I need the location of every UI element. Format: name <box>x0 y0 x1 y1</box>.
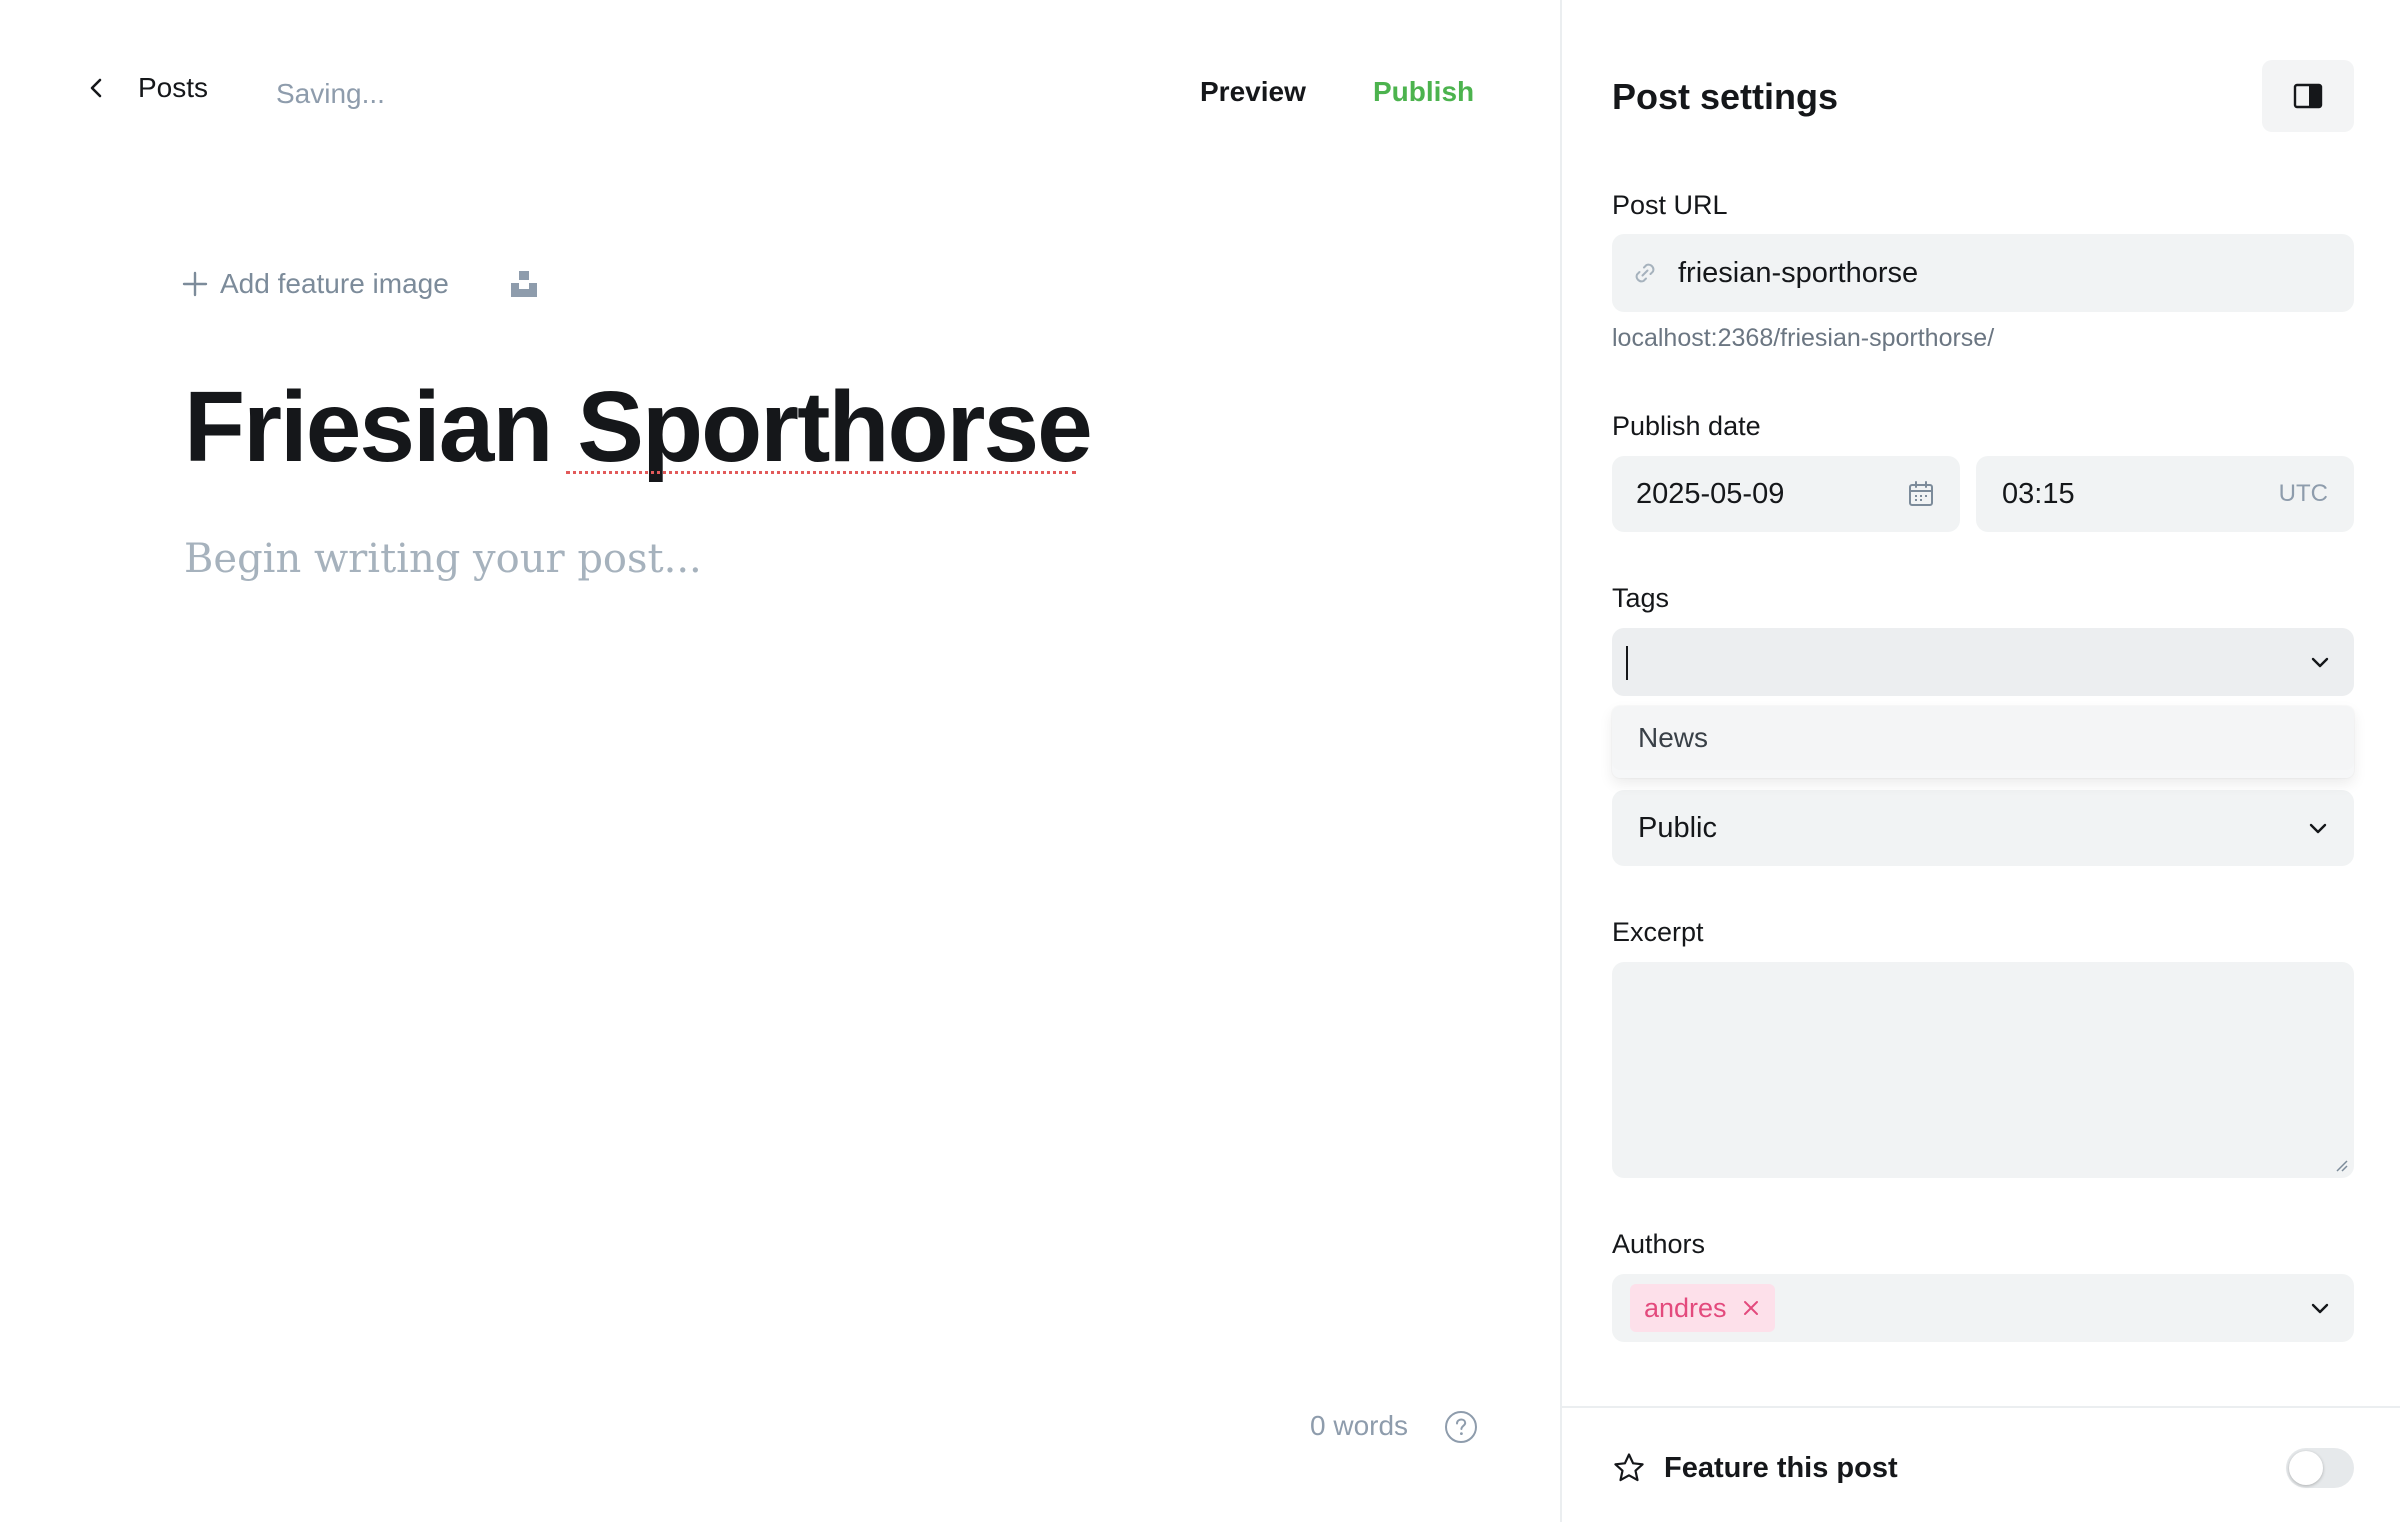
visibility-select[interactable]: Public <box>1612 790 2354 866</box>
post-url-label: Post URL <box>1612 190 1728 220</box>
timezone-label: UTC <box>2278 480 2328 507</box>
star-icon <box>1614 1453 1644 1482</box>
feature-post-row: Feature this post <box>1612 1446 2354 1490</box>
add-feature-image-button[interactable]: Add feature image <box>182 268 449 300</box>
post-body-editor[interactable]: Begin writing your post... <box>184 536 702 582</box>
tag-option-news[interactable]: News <box>1612 706 2354 770</box>
settings-title: Post settings <box>1612 76 1839 117</box>
link-icon <box>1635 263 1655 283</box>
post-url-preview[interactable]: localhost:2368/friesian-sporthorse/ <box>1612 324 1994 353</box>
toggle-knob <box>2289 1451 2323 1485</box>
authors-input[interactable]: andres <box>1612 1274 2354 1342</box>
text-cursor <box>1626 646 1628 680</box>
visibility-value: Public <box>1638 811 1717 844</box>
publish-time-input[interactable]: 03:15 UTC <box>1976 456 2354 532</box>
post-url-value: friesian-sporthorse <box>1678 256 1919 289</box>
close-icon[interactable] <box>1741 1298 1761 1318</box>
word-count: 0 words <box>1310 1410 1409 1441</box>
sidebar-toggle-icon <box>2293 83 2323 109</box>
publish-date-value: 2025-05-09 <box>1636 477 1785 510</box>
feature-post-toggle[interactable] <box>2286 1448 2354 1488</box>
chevron-left-icon <box>90 78 102 98</box>
toggle-settings-button[interactable] <box>2262 60 2354 132</box>
calendar-icon[interactable] <box>1906 479 1936 509</box>
tags-label: Tags <box>1612 583 1670 613</box>
author-chip[interactable]: andres <box>1630 1284 1775 1332</box>
tags-input[interactable] <box>1612 628 2354 696</box>
spellcheck-underline <box>566 471 1076 474</box>
publish-date-label: Publish date <box>1612 411 1761 441</box>
post-url-input[interactable]: friesian-sporthorse <box>1612 234 2354 312</box>
publish-button[interactable]: Publish <box>1373 76 1474 108</box>
help-icon[interactable] <box>1444 1410 1478 1444</box>
add-feature-image-label: Add feature image <box>220 268 449 299</box>
plus-icon <box>182 271 208 297</box>
publish-date-input[interactable]: 2025-05-09 <box>1612 456 1960 532</box>
author-name: andres <box>1644 1292 1727 1323</box>
unsplash-icon[interactable] <box>508 268 540 300</box>
preview-button[interactable]: Preview <box>1200 76 1306 108</box>
authors-label: Authors <box>1612 1229 1706 1259</box>
chevron-down-icon[interactable] <box>2306 648 2334 676</box>
save-status: Saving... <box>276 78 385 109</box>
tags-dropdown: News <box>1612 706 2354 778</box>
post-title[interactable]: Friesian Sporthorse <box>184 372 1093 482</box>
back-link-label: Posts <box>138 72 209 103</box>
editor-topbar: Posts Saving... Preview Publish <box>0 0 1560 190</box>
excerpt-label: Excerpt <box>1612 917 1704 947</box>
back-to-posts-link[interactable]: Posts <box>80 72 208 104</box>
resize-handle-icon[interactable] <box>2334 1158 2348 1172</box>
chevron-down-icon <box>2309 823 2327 834</box>
feature-post-label: Feature this post <box>1664 1451 1898 1484</box>
divider <box>1562 1406 2400 1408</box>
publish-time-value: 03:15 <box>2002 477 2075 510</box>
chevron-down-icon[interactable] <box>2306 1294 2334 1322</box>
editor-pane: Posts Saving... Preview Publish Add feat… <box>0 0 1560 1522</box>
excerpt-textarea[interactable] <box>1612 962 2354 1178</box>
